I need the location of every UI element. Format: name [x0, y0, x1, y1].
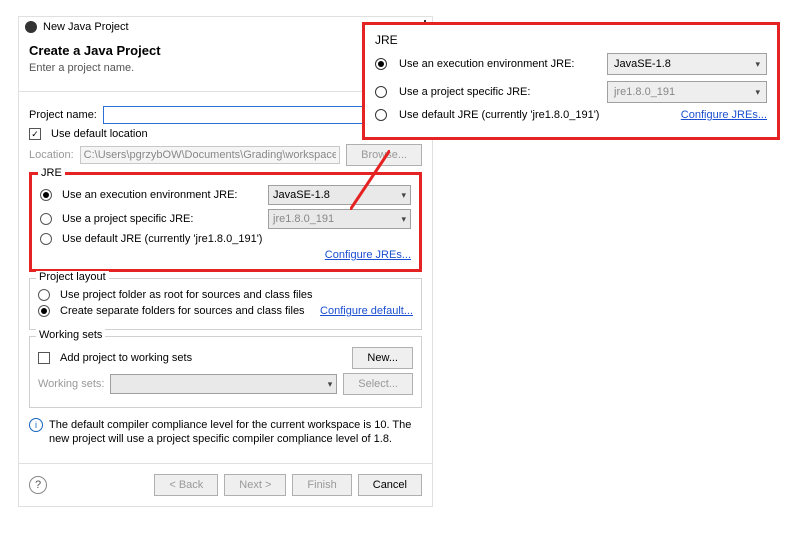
layout-separate-folders-label: Create separate folders for sources and …	[60, 305, 305, 317]
eclipse-icon	[25, 21, 37, 33]
jre-zoom-legend: JRE	[375, 33, 767, 47]
configure-jres-link[interactable]: Configure JREs...	[325, 249, 411, 261]
finish-button: Finish	[292, 474, 351, 496]
project-name-label: Project name:	[29, 109, 97, 121]
layout-single-folder-label: Use project folder as root for sources a…	[60, 289, 313, 301]
back-button: < Back	[154, 474, 218, 496]
use-default-location-label: Use default location	[51, 128, 148, 140]
help-icon[interactable]: ?	[29, 476, 47, 494]
cancel-button[interactable]: Cancel	[358, 474, 422, 496]
dialog-footer: ? < Back Next > Finish Cancel	[19, 463, 432, 506]
chevron-down-icon: ▾	[755, 87, 760, 98]
jre-project-specific-label: Use a project specific JRE:	[62, 213, 262, 225]
zoom-jre-exec-env-label: Use an execution environment JRE:	[399, 58, 599, 70]
jre-exec-env-radio[interactable]	[40, 189, 52, 201]
window-title: New Java Project	[43, 21, 129, 33]
jre-default-label: Use default JRE (currently 'jre1.8.0_191…	[62, 233, 262, 245]
layout-separate-folders-radio[interactable]	[38, 305, 50, 317]
add-to-working-sets-label: Add project to working sets	[60, 352, 192, 364]
location-label: Location:	[29, 149, 74, 161]
callout-connector	[350, 150, 390, 210]
zoom-jre-project-specific-combo: jre1.8.0_191▾	[607, 81, 767, 103]
working-sets-group: Working sets Add project to working sets…	[29, 336, 422, 408]
zoom-configure-jres-link[interactable]: Configure JREs...	[681, 109, 767, 121]
info-icon: i	[29, 418, 43, 432]
project-layout-group: Project layout Use project folder as roo…	[29, 278, 422, 330]
dialog-heading: Create a Java Project	[29, 43, 161, 58]
dialog-subheading: Enter a project name.	[29, 62, 161, 74]
working-sets-label: Working sets:	[38, 378, 104, 390]
jre-zoom-callout: JRE Use an execution environment JRE: Ja…	[362, 22, 780, 140]
layout-single-folder-radio[interactable]	[38, 289, 50, 301]
select-working-sets-button: Select...	[343, 373, 413, 395]
zoom-jre-project-specific-label: Use a project specific JRE:	[399, 86, 599, 98]
chevron-down-icon: ▾	[328, 379, 333, 390]
zoom-jre-exec-env-radio[interactable]	[375, 58, 387, 70]
next-button: Next >	[224, 474, 286, 496]
new-working-set-button[interactable]: New...	[352, 347, 413, 369]
add-to-working-sets-checkbox[interactable]	[38, 352, 50, 364]
working-sets-combo: ▾	[110, 374, 337, 394]
info-text: The default compiler compliance level fo…	[49, 418, 422, 447]
chevron-down-icon: ▾	[755, 59, 760, 70]
zoom-jre-project-specific-radio[interactable]	[375, 86, 387, 98]
use-default-location-checkbox[interactable]	[29, 128, 41, 140]
jre-project-specific-radio[interactable]	[40, 213, 52, 225]
working-sets-legend: Working sets	[36, 329, 105, 341]
jre-exec-env-label: Use an execution environment JRE:	[62, 189, 262, 201]
jre-default-radio[interactable]	[40, 233, 52, 245]
zoom-jre-default-radio[interactable]	[375, 109, 387, 121]
jre-project-specific-combo: jre1.8.0_191▾	[268, 209, 411, 229]
zoom-jre-default-label: Use default JRE (currently 'jre1.8.0_191…	[399, 109, 599, 121]
chevron-down-icon: ▾	[401, 214, 406, 225]
info-message: i The default compiler compliance level …	[29, 418, 422, 447]
configure-default-link[interactable]: Configure default...	[320, 305, 413, 317]
project-layout-legend: Project layout	[36, 271, 109, 283]
jre-legend: JRE	[38, 167, 65, 179]
location-input	[80, 146, 340, 164]
chevron-down-icon: ▾	[401, 190, 406, 201]
zoom-jre-exec-env-combo[interactable]: JavaSE-1.8▾	[607, 53, 767, 75]
